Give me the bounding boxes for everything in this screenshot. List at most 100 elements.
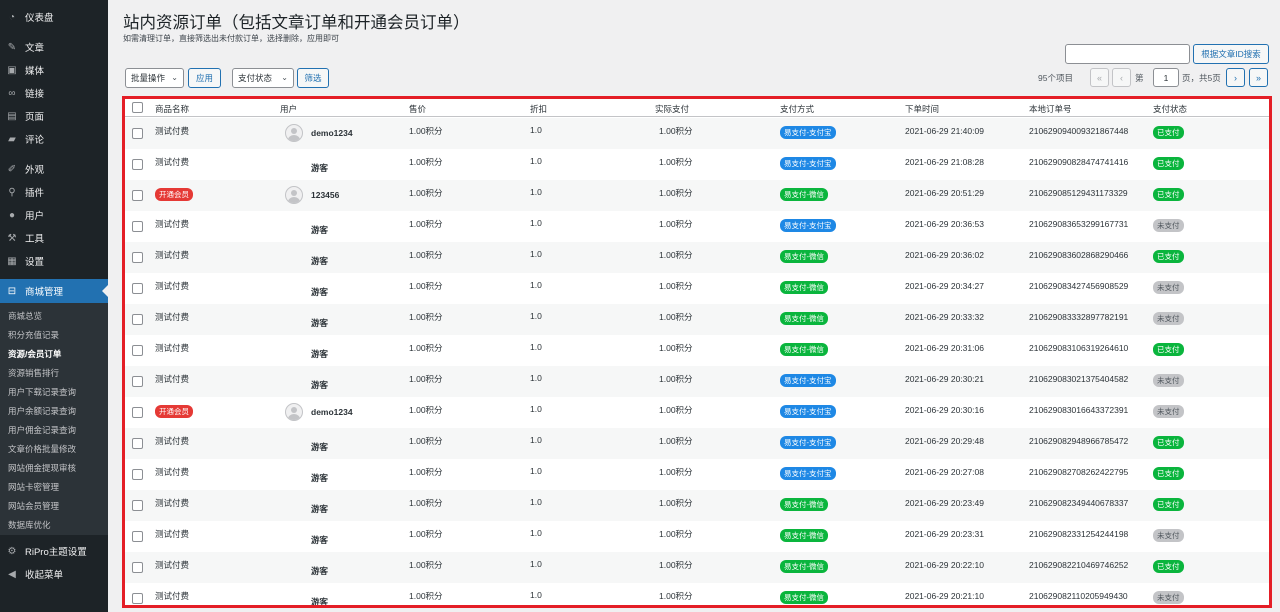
- filter-button[interactable]: 筛选: [297, 68, 329, 88]
- product-name[interactable]: 测试付费: [155, 218, 189, 230]
- order-number: 210629083653299167731: [1029, 219, 1129, 229]
- submenu-item[interactable]: 文章价格批量修改: [8, 443, 76, 455]
- sidebar-item-link[interactable]: ∞ 链接: [0, 83, 108, 103]
- sidebar-item-appearance[interactable]: ✐ 外观: [0, 159, 108, 179]
- column-header-discount[interactable]: 折扣: [530, 103, 547, 115]
- table-row: 测试付费 游客 1.00积分 1.0 1.00积分 易支付-微信 2021-06-29 20…: [125, 335, 1269, 366]
- select-all-checkbox[interactable]: [132, 102, 143, 113]
- table-row: 测试付费 游客 1.00积分 1.0 1.00积分 易支付-微信 2021-06-29 20…: [125, 552, 1269, 583]
- product-name[interactable]: 测试付费: [155, 342, 189, 354]
- sidebar-item-settings[interactable]: ▦ 设置: [0, 251, 108, 271]
- row-checkbox[interactable]: [132, 531, 143, 542]
- row-checkbox[interactable]: [132, 345, 143, 356]
- product-name[interactable]: 测试付费: [155, 311, 189, 323]
- column-header-paid[interactable]: 实际支付: [655, 103, 689, 115]
- submenu-item[interactable]: 网站会员管理: [8, 500, 59, 512]
- order-number: 210629082210469746252: [1029, 560, 1129, 570]
- actual-paid: 1.00积分: [659, 560, 693, 570]
- submenu-item[interactable]: 积分充值记录: [8, 329, 59, 341]
- product-name[interactable]: 测试付费: [155, 249, 189, 261]
- search-by-article-id-button[interactable]: 根据文章ID搜索: [1193, 44, 1269, 64]
- current-page-input[interactable]: [1153, 68, 1179, 87]
- row-checkbox[interactable]: [132, 314, 143, 325]
- order-time: 2021-06-29 20:51:29: [905, 188, 984, 198]
- column-header-order-no[interactable]: 本地订单号: [1029, 103, 1072, 115]
- product-name[interactable]: 测试付费: [155, 435, 189, 447]
- product-name[interactable]: 测试付费: [155, 373, 189, 385]
- product-name[interactable]: 测试付费: [155, 125, 189, 137]
- status-badge: 已支付: [1153, 498, 1184, 511]
- sidebar-item-cart[interactable]: ⊟ 商城管理: [0, 279, 108, 303]
- product-name[interactable]: 测试付费: [155, 466, 189, 478]
- product-name[interactable]: 测试付费: [155, 590, 189, 602]
- price: 1.00积分: [409, 560, 443, 570]
- sidebar-item-comment[interactable]: ▰ 评论: [0, 129, 108, 149]
- order-number: 210629082948966785472: [1029, 436, 1129, 446]
- first-page-button[interactable]: «: [1090, 68, 1109, 87]
- order-number: 210629094009321867448: [1029, 126, 1129, 136]
- sidebar-item-collapse[interactable]: ◀ 收起菜单: [0, 564, 108, 584]
- sidebar-item-label: 插件: [25, 188, 45, 199]
- row-checkbox[interactable]: [132, 190, 143, 201]
- submenu-item[interactable]: 资源销售排行: [8, 367, 59, 379]
- sidebar-item-page[interactable]: ▤ 页面: [0, 106, 108, 126]
- sidebar-item-pin[interactable]: ✎ 文章: [0, 37, 108, 57]
- submenu-item[interactable]: 用户余额记录查询: [8, 405, 76, 417]
- article-id-search-input[interactable]: [1065, 44, 1190, 64]
- status-badge: 已支付: [1153, 188, 1184, 201]
- row-checkbox[interactable]: [132, 283, 143, 294]
- sidebar-item-media[interactable]: ▣ 媒体: [0, 60, 108, 80]
- sidebar-item-tools[interactable]: ⚒ 工具: [0, 228, 108, 248]
- row-checkbox[interactable]: [132, 221, 143, 232]
- sidebar-item-user[interactable]: ● 用户: [0, 205, 108, 225]
- row-checkbox[interactable]: [132, 593, 143, 604]
- product-name[interactable]: 测试付费: [155, 156, 189, 168]
- column-header-status[interactable]: 支付状态: [1153, 103, 1187, 115]
- submenu-item[interactable]: 商城总览: [8, 310, 42, 322]
- tools-icon: ⚒: [7, 232, 17, 244]
- column-header-method[interactable]: 支付方式: [780, 103, 814, 115]
- apply-button[interactable]: 应用: [188, 68, 221, 88]
- sidebar-item-gear[interactable]: ⚙ RiPro主题设置: [0, 541, 108, 561]
- product-name[interactable]: 测试付费: [155, 528, 189, 540]
- order-number: 210629090828474741416: [1029, 157, 1129, 167]
- column-header-user[interactable]: 用户: [280, 103, 297, 115]
- column-header-product[interactable]: 商品名称: [155, 103, 189, 115]
- price: 1.00积分: [409, 250, 443, 260]
- bulk-action-select[interactable]: 批量操作 ⌄: [125, 68, 184, 88]
- payment-method-badge: 易支付-微信: [780, 529, 828, 542]
- column-header-price[interactable]: 售价: [409, 103, 426, 115]
- row-checkbox[interactable]: [132, 438, 143, 449]
- submenu-item[interactable]: 用户下载记录查询: [8, 386, 76, 398]
- submenu-item[interactable]: 网站佣金提现审核: [8, 462, 76, 474]
- row-checkbox[interactable]: [132, 469, 143, 480]
- row-checkbox[interactable]: [132, 562, 143, 573]
- next-page-button[interactable]: ›: [1226, 68, 1245, 87]
- row-checkbox[interactable]: [132, 252, 143, 263]
- user-name: 游客: [311, 287, 329, 297]
- product-name[interactable]: 测试付费: [155, 280, 189, 292]
- payment-method-badge: 易支付-微信: [780, 343, 828, 356]
- prev-page-button[interactable]: ‹: [1112, 68, 1131, 87]
- row-checkbox[interactable]: [132, 500, 143, 511]
- payment-method-badge: 易支付-支付宝: [780, 374, 836, 387]
- product-name[interactable]: 测试付费: [155, 497, 189, 509]
- order-time: 2021-06-29 20:29:48: [905, 436, 984, 446]
- submenu-item[interactable]: 网站卡密管理: [8, 481, 59, 493]
- submenu-item[interactable]: 资源/会员订单: [8, 348, 61, 360]
- sidebar-item-dashboard[interactable]: ◔ 仪表盘: [0, 7, 108, 27]
- row-checkbox[interactable]: [132, 128, 143, 139]
- submenu-item[interactable]: 数据库优化: [8, 519, 51, 531]
- row-checkbox[interactable]: [132, 376, 143, 387]
- payment-status-select[interactable]: 支付状态 ⌄: [232, 68, 294, 88]
- last-page-button[interactable]: »: [1249, 68, 1268, 87]
- submenu-item[interactable]: 用户佣金记录查询: [8, 424, 76, 436]
- row-checkbox[interactable]: [132, 407, 143, 418]
- table-row: 测试付费 游客 1.00积分 1.0 1.00积分 易支付-微信 2021-06-29 20…: [125, 273, 1269, 304]
- row-checkbox[interactable]: [132, 159, 143, 170]
- column-header-time[interactable]: 下单时间: [905, 103, 939, 115]
- product-name[interactable]: 测试付费: [155, 559, 189, 571]
- sidebar-item-plugin[interactable]: ⚲ 插件: [0, 182, 108, 202]
- shop-submenu: 商城总览积分充值记录 资源/会员订单 资源销售排行用户下载记录查询 用户余额记录查询用…: [0, 303, 108, 535]
- order-number: 210629083427456908529: [1029, 281, 1129, 291]
